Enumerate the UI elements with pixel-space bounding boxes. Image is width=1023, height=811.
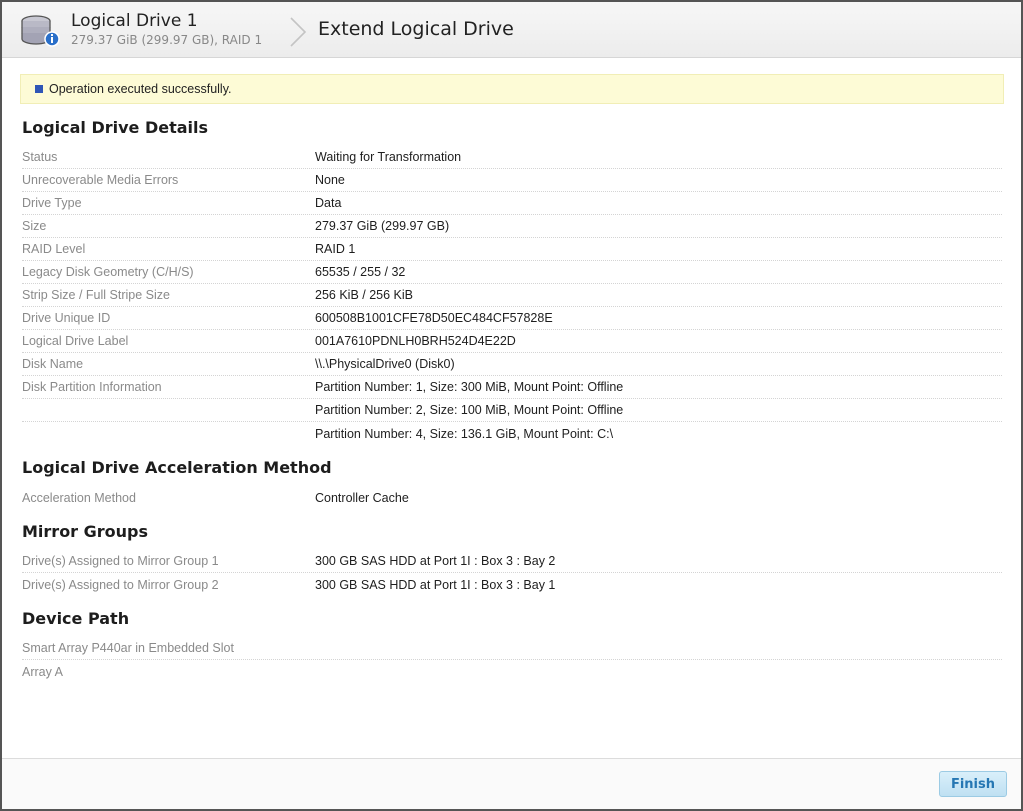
row-value: Partition Number: 1, Size: 300 MiB, Moun… — [315, 380, 624, 394]
table-row: Legacy Disk Geometry (C/H/S) 65535 / 255… — [22, 261, 1002, 284]
row-value: Partition Number: 4, Size: 136.1 GiB, Mo… — [315, 426, 614, 441]
row-label: Drive(s) Assigned to Mirror Group 2 — [22, 577, 219, 592]
row-value: Data — [315, 196, 342, 210]
dialog-window: Logical Drive 1 279.37 GiB (299.97 GB), … — [0, 0, 1023, 811]
row-label: Disk Partition Information — [22, 380, 162, 394]
acceleration-table: Acceleration Method Controller Cache — [22, 486, 1002, 509]
drive-title: Logical Drive 1 — [71, 11, 198, 31]
table-row: RAID Level RAID 1 — [22, 238, 1002, 261]
section-title-details: Logical Drive Details — [22, 118, 209, 137]
table-row: Array A — [22, 660, 1002, 683]
section-title-mirror-groups: Mirror Groups — [22, 522, 149, 541]
row-value: 65535 / 255 / 32 — [315, 265, 406, 279]
row-label: Logical Drive Label — [22, 334, 129, 348]
success-banner: Operation executed successfully. — [20, 74, 1004, 104]
row-label: Drive Type — [22, 196, 82, 210]
table-row: Drive(s) Assigned to Mirror Group 1 300 … — [22, 550, 1002, 573]
row-value: RAID 1 — [315, 242, 356, 256]
row-label: Array A — [22, 664, 63, 679]
section-title-acceleration: Logical Drive Acceleration Method — [22, 458, 332, 477]
row-label: Disk Name — [22, 357, 84, 371]
table-row: Disk Partition Information Partition Num… — [22, 376, 1002, 399]
chevron-right-icon — [290, 17, 307, 47]
row-label: Legacy Disk Geometry (C/H/S) — [22, 265, 194, 279]
section-title-device-path: Device Path — [22, 609, 130, 628]
table-row: Drive(s) Assigned to Mirror Group 2 300 … — [22, 573, 1002, 596]
logical-drive-info-icon — [21, 15, 60, 47]
row-label: Drive Unique ID — [22, 311, 111, 325]
row-label: RAID Level — [22, 242, 86, 256]
table-row: Drive Type Data — [22, 192, 1002, 215]
row-label: Unrecoverable Media Errors — [22, 173, 179, 187]
row-value: Controller Cache — [315, 490, 409, 505]
table-row: Unrecoverable Media Errors None — [22, 169, 1002, 192]
row-label: Drive(s) Assigned to Mirror Group 1 — [22, 554, 219, 568]
table-row: Disk Name \\.\PhysicalDrive0 (Disk0) — [22, 353, 1002, 376]
device-path-table: Smart Array P440ar in Embedded Slot Arra… — [22, 637, 1002, 683]
table-row: Logical Drive Label 001A7610PDNLH0BRH524… — [22, 330, 1002, 353]
row-label: Strip Size / Full Stripe Size — [22, 288, 170, 302]
details-table: Status Waiting for Transformation Unreco… — [22, 146, 1002, 445]
row-value: Partition Number: 2, Size: 100 MiB, Moun… — [315, 403, 624, 417]
table-row: Smart Array P440ar in Embedded Slot — [22, 637, 1002, 660]
row-value: 300 GB SAS HDD at Port 1I : Box 3 : Bay … — [315, 577, 556, 592]
table-row: Partition Number: 4, Size: 136.1 GiB, Mo… — [22, 422, 1002, 445]
finish-button[interactable]: Finish — [939, 771, 1007, 797]
dialog-content: Operation executed successfully. Logical… — [20, 74, 1004, 683]
success-marker-icon — [35, 85, 43, 93]
row-value: 600508B1001CFE78D50EC484CF57828E — [315, 311, 553, 325]
row-label: Size — [22, 219, 47, 233]
page-title: Extend Logical Drive — [318, 18, 514, 40]
row-value: 001A7610PDNLH0BRH524D4E22D — [315, 334, 516, 348]
dialog-footer: Finish — [2, 758, 1021, 809]
table-row: Status Waiting for Transformation — [22, 146, 1002, 169]
row-value: 300 GB SAS HDD at Port 1I : Box 3 : Bay … — [315, 554, 556, 568]
table-row: Size 279.37 GiB (299.97 GB) — [22, 215, 1002, 238]
dialog-header: Logical Drive 1 279.37 GiB (299.97 GB), … — [2, 2, 1021, 58]
drive-subtitle: 279.37 GiB (299.97 GB), RAID 1 — [71, 33, 263, 47]
banner-message: Operation executed successfully. — [49, 82, 232, 96]
row-label: Acceleration Method — [22, 490, 136, 505]
mirror-groups-table: Drive(s) Assigned to Mirror Group 1 300 … — [22, 550, 1002, 596]
table-row: Drive Unique ID 600508B1001CFE78D50EC484… — [22, 307, 1002, 330]
row-value: 256 KiB / 256 KiB — [315, 288, 413, 302]
row-value: \\.\PhysicalDrive0 (Disk0) — [315, 357, 455, 371]
table-row: Partition Number: 2, Size: 100 MiB, Moun… — [22, 399, 1002, 422]
row-value: None — [315, 173, 345, 187]
row-label: Smart Array P440ar in Embedded Slot — [22, 641, 234, 655]
table-row: Strip Size / Full Stripe Size 256 KiB / … — [22, 284, 1002, 307]
row-value: 279.37 GiB (299.97 GB) — [315, 219, 450, 233]
table-row: Acceleration Method Controller Cache — [22, 486, 1002, 509]
row-value: Waiting for Transformation — [315, 150, 462, 164]
row-label: Status — [22, 150, 58, 164]
